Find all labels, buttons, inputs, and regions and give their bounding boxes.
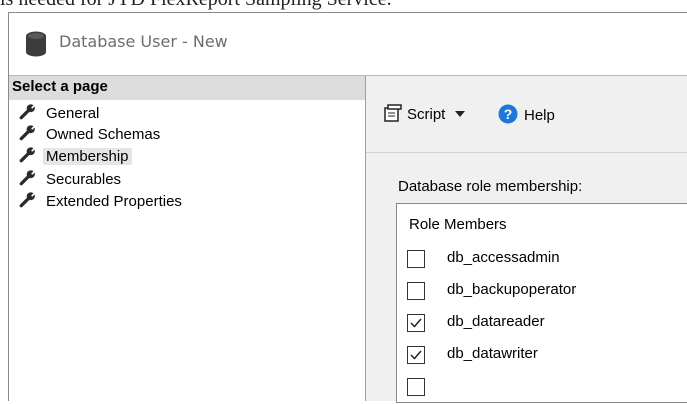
help-button[interactable]: ? Help	[498, 104, 555, 124]
role-name: db_datawriter	[447, 345, 538, 362]
role-members-column-header: Role Members	[409, 216, 507, 233]
role-membership-list[interactable]: Role Members db_accessadmin db_backupope…	[396, 203, 687, 403]
sidebar-item-membership[interactable]: Membership	[19, 146, 319, 168]
role-name: db_backupoperator	[447, 281, 577, 298]
wrench-icon	[19, 192, 35, 208]
role-checkbox[interactable]	[407, 378, 425, 396]
sidebar-item-label: Membership	[43, 148, 132, 165]
select-page-header: Select a page	[9, 76, 365, 100]
chevron-down-icon[interactable]	[455, 110, 466, 118]
wrench-icon	[19, 147, 35, 163]
role-name: db_accessadmin	[447, 249, 560, 266]
role-name: db_datareader	[447, 313, 545, 330]
toolbar: Script ? Help	[366, 76, 687, 153]
checkmark-icon	[410, 350, 422, 360]
sidebar-item-owned-schemas[interactable]: Owned Schemas	[19, 124, 319, 146]
role-checkbox[interactable]	[407, 282, 425, 300]
sidebar-item-extended-properties[interactable]: Extended Properties	[19, 191, 319, 213]
title-bar: Database User - New	[9, 13, 687, 76]
help-icon: ?	[498, 104, 518, 124]
sidebar-item-general[interactable]: General	[19, 103, 319, 125]
wrench-icon	[19, 125, 35, 141]
role-row-db-backupoperator: db_backupoperator	[407, 276, 687, 308]
database-user-dialog: Database User - New Select a page Genera…	[8, 12, 687, 403]
select-page-header-label: Select a page	[12, 78, 108, 95]
window-title: Database User - New	[59, 32, 228, 51]
role-checkbox[interactable]	[407, 314, 425, 332]
sidebar-item-label: Securables	[46, 171, 122, 188]
document-caption-text: is needed for JYD FlexReport Sampling Se…	[0, 0, 687, 12]
script-button[interactable]: Script	[384, 104, 466, 123]
sidebar-item-securables[interactable]: Securables	[19, 169, 319, 191]
script-button-label: Script	[407, 106, 446, 123]
role-row-db-datawriter: db_datawriter	[407, 340, 687, 372]
role-membership-label: Database role membership:	[398, 178, 583, 195]
role-checkbox[interactable]	[407, 346, 425, 364]
role-row-partial	[407, 372, 687, 404]
database-icon	[26, 31, 46, 57]
checkmark-icon	[410, 318, 422, 328]
membership-page: Script ? Help Database role membership: …	[366, 76, 687, 403]
role-row-db-datareader: db_datareader	[407, 308, 687, 340]
sidebar-item-label: Extended Properties	[46, 193, 182, 210]
script-icon	[384, 104, 402, 122]
wrench-icon	[19, 170, 35, 186]
select-page-pane: Select a page General Owned Schemas Memb…	[9, 76, 366, 401]
wrench-icon	[19, 104, 35, 120]
help-button-label: Help	[524, 107, 555, 124]
sidebar-item-label: General	[46, 105, 100, 122]
sidebar-item-label: Owned Schemas	[46, 126, 161, 143]
role-row-db-accessadmin: db_accessadmin	[407, 244, 687, 276]
role-checkbox[interactable]	[407, 250, 425, 268]
svg-text:?: ?	[504, 106, 513, 122]
